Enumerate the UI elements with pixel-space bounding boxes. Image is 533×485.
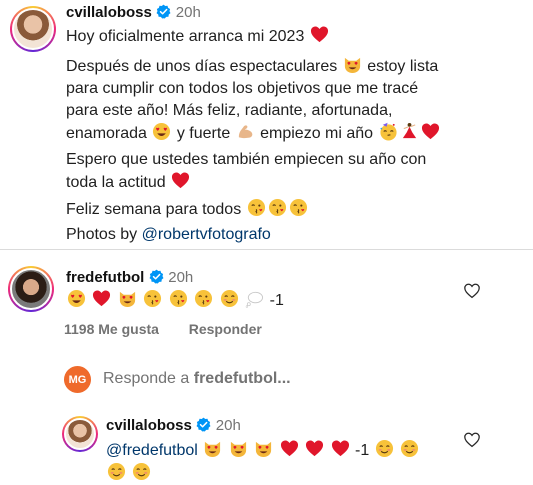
smiling-face-emoji: [220, 289, 239, 308]
smiling-face-emoji: [107, 462, 126, 481]
kiss-face-emoji: [169, 289, 188, 308]
avatar-initials: MG: [68, 373, 87, 386]
reply-box-avatar: MG: [64, 366, 91, 393]
caption-text: Photos by: [66, 226, 142, 243]
caption-text: enamorada: [66, 125, 147, 142]
red-heart-emoji: [421, 122, 440, 141]
red-heart-emoji: [310, 25, 329, 44]
dancer-emoji: [400, 122, 419, 141]
caption-text: y fuerte: [176, 125, 231, 142]
red-heart-emoji: [280, 439, 299, 458]
reply-input-prefix: Responde a: [103, 370, 194, 387]
party-face-emoji: [379, 122, 398, 141]
heart-outline-icon: [464, 283, 480, 299]
kiss-face-emoji: [268, 198, 287, 217]
smiling-face-emoji: [400, 439, 419, 458]
red-heart-emoji: [331, 439, 350, 458]
red-heart-emoji: [171, 171, 190, 190]
reply-input-target: fredefutbol...: [193, 370, 291, 387]
caption-text: para cumplir con todos los objetivos que…: [66, 80, 419, 97]
kiss-face-emoji: [194, 289, 213, 308]
caption-line: Feliz semana para todos: [66, 198, 516, 221]
reply-username[interactable]: cvillaloboss: [106, 417, 192, 434]
comment-body: -1: [66, 289, 284, 312]
comment-suffix: -1: [269, 292, 284, 309]
caption-text: Feliz semana para todos: [66, 201, 242, 218]
smiling-face-emoji: [375, 439, 394, 458]
flexed-biceps-emoji: [236, 122, 255, 141]
smiling-heart-eyes-emoji: [67, 289, 86, 308]
smiling-heart-eyes-emoji: [152, 122, 171, 141]
post-author-avatar[interactable]: [10, 6, 56, 52]
red-heart-emoji: [92, 289, 111, 308]
caption-text: toda la actitud: [66, 174, 166, 191]
caption-text: Espero que ustedes también empiecen su a…: [66, 151, 427, 168]
reply-header: cvillaloboss 20h: [106, 417, 241, 435]
post-header: cvillaloboss 20h: [66, 4, 201, 22]
kiss-face-emoji: [247, 198, 266, 217]
smiling-face-emoji: [132, 462, 151, 481]
caption-text: para este año! Más feliz, radiante, afor…: [66, 102, 393, 119]
comment-username[interactable]: fredefutbol: [66, 269, 144, 286]
heart-eyes-cat-emoji: [254, 439, 273, 458]
kiss-face-emoji: [289, 198, 308, 217]
caption-line: Hoy oficialmente arranca mi 2023: [66, 25, 516, 48]
heart-eyes-cat-emoji: [343, 55, 362, 74]
commenter-avatar[interactable]: [8, 266, 54, 312]
red-heart-emoji: [305, 439, 324, 458]
comment-like-button[interactable]: [464, 283, 480, 304]
heart-eyes-cat-emoji: [118, 289, 137, 308]
comment-time[interactable]: 20h: [168, 269, 193, 286]
reply-mention-link[interactable]: @fredefutbol: [106, 442, 198, 459]
caption-text: Hoy oficialmente arranca mi 2023: [66, 28, 305, 45]
caption-text: empiezo mi año: [260, 125, 374, 142]
caption-paragraph: Espero que ustedes también empiecen su a…: [66, 149, 516, 194]
comment-likes-count[interactable]: 1198 Me gusta: [64, 321, 159, 337]
photographer-mention-link[interactable]: @robertvfotografo: [142, 226, 271, 243]
post-username[interactable]: cvillaloboss: [66, 4, 152, 21]
caption-paragraph: Después de unos días espectaculares esto…: [66, 55, 516, 145]
reply-button[interactable]: Responder: [189, 321, 262, 337]
comment-meta: 1198 Me gusta Responder: [64, 321, 262, 337]
verified-badge-icon: [156, 4, 171, 19]
reply-suffix: -1: [355, 442, 370, 459]
thought-bubble-emoji: [245, 289, 264, 308]
reply-author-avatar[interactable]: [62, 416, 98, 452]
heart-eyes-cat-emoji: [229, 439, 248, 458]
caption-text: Después de unos días espectaculares: [66, 58, 338, 75]
comment-header: fredefutbol 20h: [66, 269, 193, 287]
reply-body: @fredefutbol -1: [106, 439, 456, 485]
divider: [0, 249, 533, 250]
reply-like-button[interactable]: [464, 432, 480, 453]
caption-line: Photos by @robertvfotografo: [66, 224, 516, 246]
post-time[interactable]: 20h: [176, 4, 201, 21]
reply-time[interactable]: 20h: [216, 417, 241, 434]
caption-text: estoy lista: [367, 58, 439, 75]
kiss-face-emoji: [143, 289, 162, 308]
verified-badge-icon: [196, 417, 211, 432]
heart-eyes-cat-emoji: [203, 439, 222, 458]
post-caption: Hoy oficialmente arranca mi 2023 Después…: [66, 25, 516, 253]
verified-badge-icon: [149, 269, 164, 284]
reply-input[interactable]: Responde a fredefutbol...: [103, 370, 291, 388]
heart-outline-icon: [464, 432, 480, 448]
